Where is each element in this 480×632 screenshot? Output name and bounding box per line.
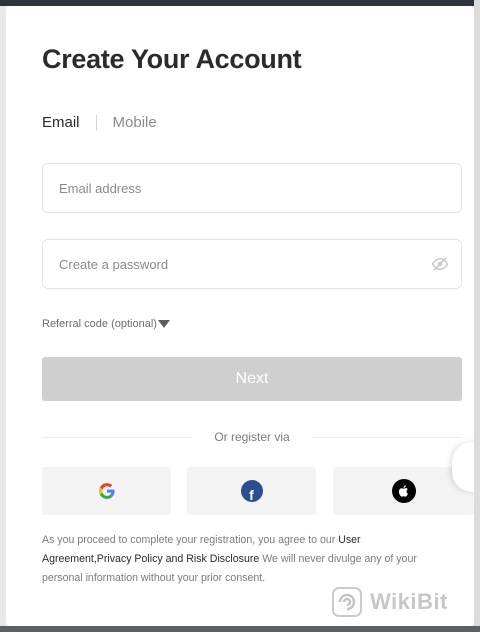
watermark-text: WikiBit [370, 589, 448, 614]
password-field-wrapper [42, 239, 462, 289]
google-login-button[interactable] [42, 467, 171, 515]
caret-down-icon [157, 320, 170, 328]
tab-mobile[interactable]: Mobile [113, 114, 157, 131]
tab-email[interactable]: Email [42, 114, 80, 131]
legal-prefix: As you proceed to complete your registra… [42, 534, 339, 546]
next-button[interactable]: Next [42, 357, 462, 401]
eye-hidden-icon[interactable] [431, 255, 449, 273]
divider-right [312, 437, 462, 438]
register-card: Create Your Account Email Mobile Referra… [6, 6, 474, 626]
right-edge [474, 0, 480, 632]
register-tabs: Email Mobile [42, 114, 157, 131]
email-field[interactable] [43, 164, 399, 212]
google-icon [98, 483, 114, 499]
apple-icon [391, 479, 416, 503]
legal-text: As you proceed to complete your registra… [42, 531, 452, 588]
facebook-icon: f [240, 480, 263, 502]
referral-label: Referral code (optional) [42, 318, 157, 330]
password-field[interactable] [43, 240, 399, 288]
email-field-wrapper [42, 163, 462, 213]
page-title: Create Your Account [42, 44, 302, 74]
facebook-login-button[interactable]: f [187, 467, 316, 515]
tab-divider [95, 114, 97, 131]
wikibit-logo-icon [332, 587, 362, 617]
bottom-edge [0, 626, 480, 632]
watermark: WikiBit [332, 587, 448, 617]
referral-toggle[interactable]: Referral code (optional) [42, 318, 170, 330]
